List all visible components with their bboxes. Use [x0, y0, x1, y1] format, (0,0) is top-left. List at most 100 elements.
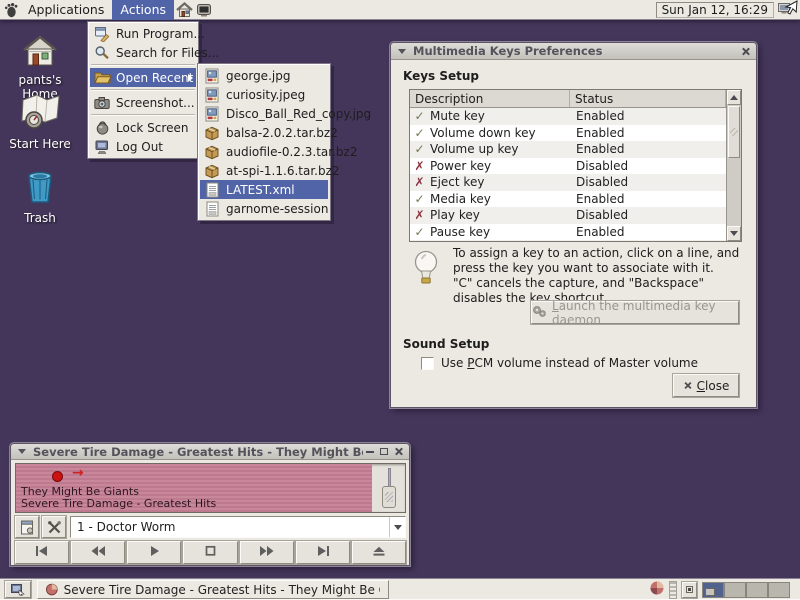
top-panel: Applications Actions Sun Jan 12, 16:29 — [0, 0, 800, 20]
task-button[interactable]: Severe Tire Damage - Greatest Hits - The… — [37, 580, 389, 599]
key-row-play-key[interactable]: ✗Play keyDisabled — [410, 207, 726, 224]
notification-app-icon[interactable] — [650, 581, 664, 598]
play-button[interactable] — [127, 541, 181, 564]
key-description: Power key — [430, 159, 491, 173]
pcm-volume-checkbox[interactable] — [421, 357, 434, 370]
menu-item-label: balsa-2.0.2.tar.bz2 — [226, 126, 338, 140]
key-row-power-key[interactable]: ✗Power keyDisabled — [410, 158, 726, 175]
desktop-icon-home[interactable]: pants's Home — [0, 34, 80, 101]
key-row[interactable]: ✓ — [410, 240, 726, 241]
dot-icon — [686, 586, 693, 593]
submenu-arrow-icon — [188, 74, 193, 82]
table-header[interactable]: Description Status — [410, 90, 726, 108]
key-row-pause-key[interactable]: ✓Pause keyEnabled — [410, 224, 726, 241]
desktop-icon-trash[interactable]: Trash — [0, 168, 80, 225]
recent-item-george-jpg[interactable]: george.jpg — [200, 66, 328, 85]
recent-item-curiosity-jpeg[interactable]: curiosity.jpeg — [200, 85, 328, 104]
rewind-icon — [90, 545, 106, 560]
close-x-icon — [683, 381, 691, 389]
menu-item-log-out[interactable]: Log Out — [90, 137, 196, 156]
menu-item-run-program[interactable]: Run Program... — [90, 24, 196, 43]
close-button[interactable]: Close — [673, 374, 739, 397]
applet-drag-handle[interactable] — [669, 581, 677, 599]
desktop-icon-label: Start Here — [0, 137, 80, 151]
volume-thumb[interactable] — [382, 486, 396, 508]
previous-button[interactable] — [15, 541, 69, 564]
open-recent-submenu: george.jpg curiosity.jpeg Disco_Ball_Red_c… — [197, 63, 331, 221]
menu-item-search-for-files[interactable]: Search for Files... — [90, 43, 196, 62]
keys-table[interactable]: Description Status ✓Mute keyEnabled✓Volu… — [409, 89, 742, 242]
workspace-2[interactable] — [724, 582, 746, 598]
gnome-foot-icon[interactable] — [0, 0, 20, 20]
key-row-eject-key[interactable]: ✗Eject keyDisabled — [410, 174, 726, 191]
scrollbar-thumb[interactable] — [728, 106, 740, 158]
mouse-cursor — [782, 0, 798, 20]
menu-item-label: Search for Files... — [116, 46, 219, 60]
key-row-volume-down-key[interactable]: ✓Volume down keyEnabled — [410, 125, 726, 142]
chevron-down-icon — [394, 525, 402, 530]
menu-item-open-recent[interactable]: Open Recent — [90, 68, 196, 87]
workspace-1[interactable] — [702, 582, 724, 598]
recent-item-disco-ball-red-copy-jpg[interactable]: Disco_Ball_Red_copy.jpg — [200, 104, 328, 123]
playlist-button[interactable] — [15, 516, 39, 538]
next-button[interactable] — [296, 541, 350, 564]
workspace-3[interactable] — [746, 582, 768, 598]
desktop-icon-start-here[interactable]: Start Here — [0, 92, 80, 151]
stop-button[interactable] — [183, 541, 237, 564]
recent-item-latest-xml[interactable]: LATEST.xml — [200, 180, 328, 199]
pager-applet-button[interactable] — [682, 582, 697, 598]
recent-item-at-spi-1-1-6-tar-bz2[interactable]: at-spi-1.1.6.tar.bz2 — [200, 161, 328, 180]
scroll-up-button[interactable] — [727, 90, 741, 105]
disabled-cross-icon: ✗ — [414, 159, 425, 173]
recent-item-balsa-2-0-2-tar-bz2[interactable]: balsa-2.0.2.tar.bz2 — [200, 123, 328, 142]
track-combo[interactable]: 1 - Doctor Worm — [70, 516, 406, 538]
menu-separator — [91, 114, 195, 116]
disabled-cross-icon: ✗ — [414, 175, 425, 189]
fast-forward-button[interactable] — [240, 541, 294, 564]
launch-daemon-button[interactable]: Launch the multimedia key daemon — [531, 301, 739, 324]
column-description[interactable]: Description — [410, 90, 570, 107]
menu-item-label: curiosity.jpeg — [226, 88, 305, 102]
workspace-4[interactable] — [768, 582, 790, 598]
eject-icon — [371, 545, 387, 560]
key-row-media-key[interactable]: ✓Media keyEnabled — [410, 191, 726, 208]
volume-slider[interactable] — [372, 464, 405, 512]
combo-dropdown-button[interactable] — [389, 517, 405, 537]
close-window-button[interactable] — [738, 45, 752, 58]
dialog-titlebar[interactable]: Multimedia Keys Preferences — [391, 43, 756, 60]
table-scrollbar[interactable] — [726, 90, 741, 241]
recent-item-garnome-session[interactable]: garnome-session — [200, 199, 328, 218]
close-window-button[interactable] — [391, 445, 405, 458]
clock[interactable]: Sun Jan 12, 16:29 — [656, 2, 774, 18]
key-row-volume-up-key[interactable]: ✓Volume up keyEnabled — [410, 141, 726, 158]
window-menu-button[interactable] — [395, 45, 409, 58]
home-launcher-icon[interactable] — [174, 0, 194, 20]
package-icon — [203, 125, 221, 141]
eject-button[interactable] — [352, 541, 406, 564]
player-titlebar[interactable]: Severe Tire Damage - Greatest Hits - The… — [11, 444, 409, 460]
sound-setup-heading: Sound Setup — [403, 337, 489, 351]
menu-item-screenshot[interactable]: Screenshot... — [90, 93, 196, 112]
pcm-volume-label[interactable]: Use PCM volume instead of Master volume — [441, 356, 698, 370]
show-desktop-button[interactable] — [5, 581, 31, 598]
scroll-down-button[interactable] — [727, 226, 741, 241]
recent-item-audiofile-0-2-3-tar-bz2[interactable]: audiofile-0.2.3.tar.bz2 — [200, 142, 328, 161]
settings-button[interactable] — [42, 516, 66, 538]
actions-menu-button[interactable]: Actions — [112, 0, 174, 20]
image-file-icon — [203, 106, 221, 122]
disabled-cross-icon: ✗ — [414, 208, 425, 222]
close-button-label: Close — [697, 379, 730, 393]
applications-menu[interactable]: Applications — [20, 2, 112, 17]
workspace-pager[interactable] — [702, 582, 790, 598]
maximize-icon — [380, 448, 388, 455]
rewind-button[interactable] — [71, 541, 125, 564]
minimize-button[interactable] — [363, 445, 377, 458]
key-row-mute-key[interactable]: ✓Mute keyEnabled — [410, 108, 726, 125]
menu-item-lock-screen[interactable]: Lock Screen — [90, 118, 196, 137]
terminal-launcher-icon[interactable] — [194, 0, 214, 20]
maximize-button[interactable] — [377, 445, 391, 458]
enabled-check-icon: ✓ — [414, 225, 425, 239]
fast-forward-icon — [259, 545, 275, 560]
window-menu-button[interactable] — [15, 445, 29, 458]
column-status[interactable]: Status — [570, 90, 726, 107]
